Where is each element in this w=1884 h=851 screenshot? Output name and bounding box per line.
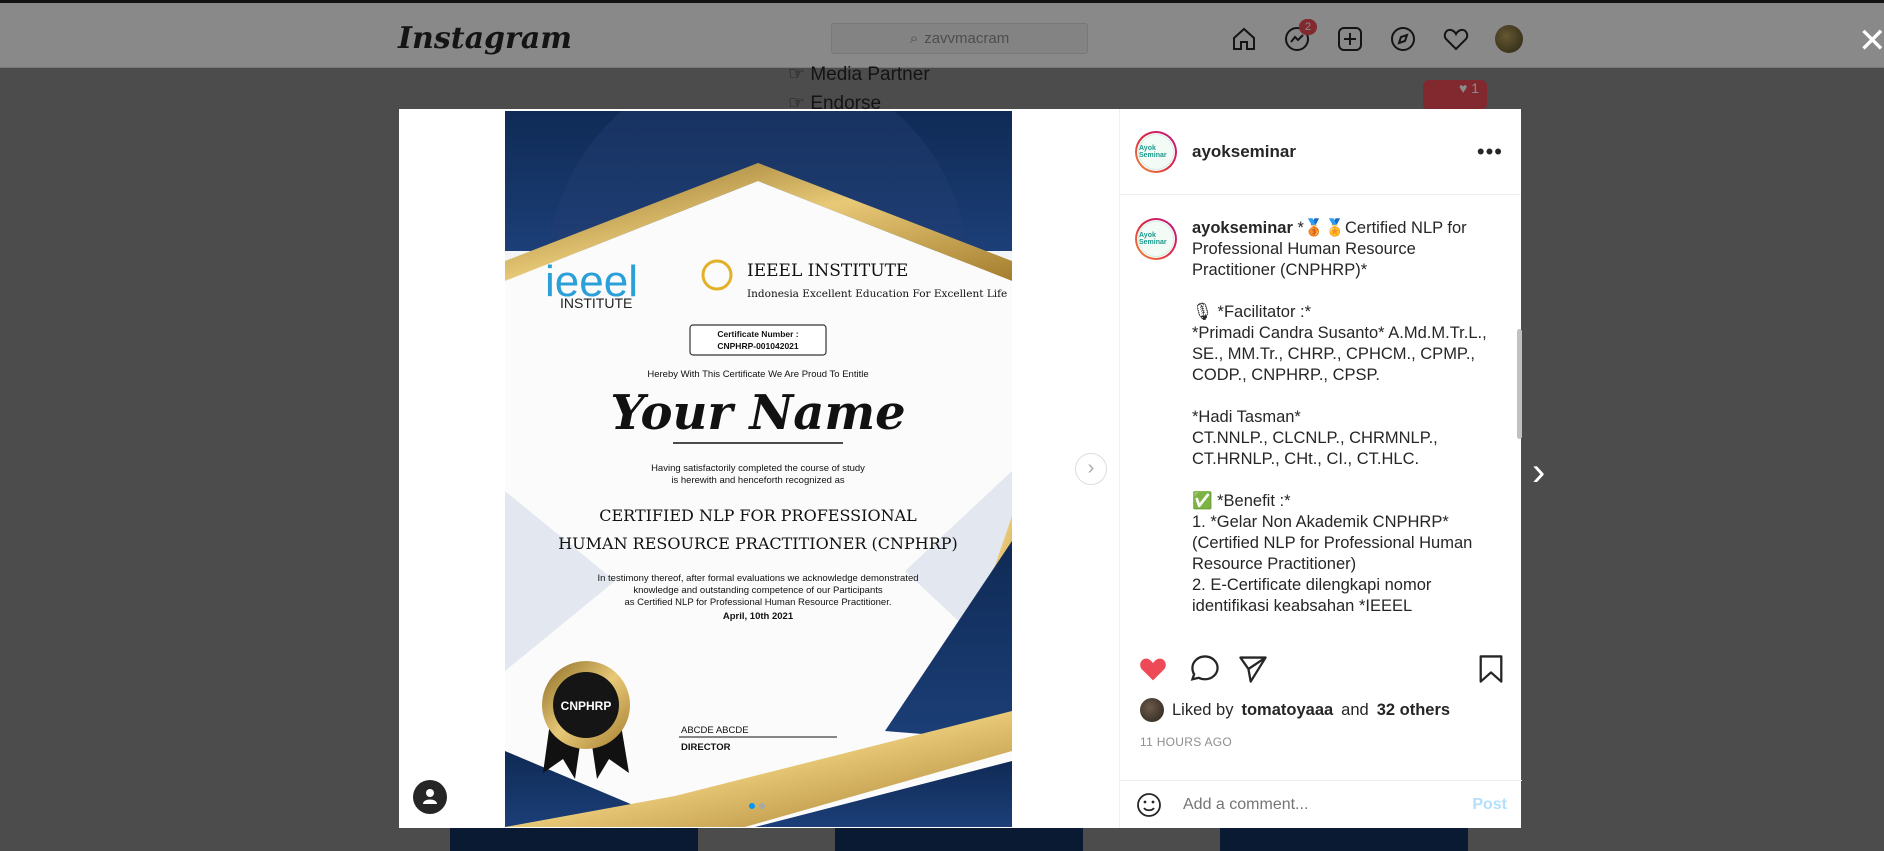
cert-number: CNPHRP-001042021 [717, 341, 799, 351]
cert-completed-1: Having satisfactorily completed the cour… [651, 463, 865, 474]
caption-area[interactable]: Ayok Seminar ayokseminar *🥉🏅Certified NL… [1120, 196, 1522, 642]
author-avatar[interactable]: Ayok Seminar [1135, 130, 1177, 173]
like-heart-icon[interactable] [1137, 653, 1173, 689]
post-actions [1137, 653, 1507, 689]
comment-input[interactable] [1181, 794, 1455, 815]
tagged-users-button[interactable] [413, 780, 447, 814]
post-media: ieeel INSTITUTE IEEEL INSTITUTE Indonesi… [399, 109, 1119, 828]
liked-by-prefix: Liked by [1172, 700, 1234, 719]
liker-avatar[interactable] [1140, 698, 1164, 722]
emoji-icon[interactable] [1135, 791, 1163, 819]
cert-body-2: knowledge and outstanding competence of … [633, 585, 883, 596]
cert-seal-text: CNPHRP [561, 699, 612, 713]
carousel-indicator [749, 803, 765, 809]
likes-summary: Liked by tomatoyaaa and 32 others [1140, 698, 1450, 722]
caption-body: *🥉🏅Certified NLP for Professional Human … [1192, 219, 1487, 615]
cert-signer-role: DIRECTOR [681, 742, 731, 753]
caption-scrollbar[interactable] [1517, 329, 1522, 439]
cert-brand-sub: INSTITUTE [560, 295, 632, 311]
author-username[interactable]: ayokseminar [1192, 142, 1296, 162]
cert-tagline: Indonesia Excellent Education For Excell… [747, 288, 1007, 300]
cert-entitle: Hereby With This Certificate We Are Prou… [647, 369, 868, 380]
liked-by-and: and [1341, 700, 1369, 719]
post-timestamp[interactable]: 11 HOURS AGO [1140, 735, 1232, 749]
cert-title-1: CERTIFIED NLP FOR PROFESSIONAL [599, 506, 917, 525]
certificate-image: ieeel INSTITUTE IEEEL INSTITUTE Indonesi… [505, 111, 1012, 827]
caption-username[interactable]: ayokseminar [1192, 219, 1293, 237]
share-icon[interactable] [1237, 653, 1273, 689]
person-icon [423, 789, 437, 804]
post-header: Ayok Seminar ayokseminar ••• [1120, 109, 1521, 195]
close-icon[interactable]: ✕ [1858, 24, 1884, 58]
cert-title-2: HUMAN RESOURCE PRACTITIONER (CNPHRP) [558, 534, 958, 553]
liked-by-user[interactable]: tomatoyaaa [1241, 701, 1333, 720]
more-options-icon[interactable]: ••• [1477, 139, 1503, 165]
caption-avatar[interactable]: Ayok Seminar [1135, 218, 1177, 260]
cert-number-label: Certificate Number : [717, 329, 798, 339]
cert-body-1: In testimony thereof, after formal evalu… [597, 573, 918, 584]
carousel-dot [759, 803, 765, 809]
post-sidebar: Ayok Seminar ayokseminar ••• Ayok Semina… [1119, 109, 1522, 828]
cert-completed-2: is herewith and henceforth recognized as [671, 475, 844, 486]
save-bookmark-icon[interactable] [1475, 653, 1511, 689]
caption-text: ayokseminar *🥉🏅Certified NLP for Profess… [1192, 218, 1492, 617]
post-comment-button[interactable]: Post [1472, 796, 1507, 814]
carousel-dot-active [749, 803, 755, 809]
comment-icon[interactable] [1189, 653, 1225, 689]
liked-by-others[interactable]: 32 others [1377, 701, 1450, 720]
next-post-icon[interactable]: › [1532, 450, 1545, 495]
post-modal: ieeel INSTITUTE IEEEL INSTITUTE Indonesi… [399, 109, 1522, 828]
comment-bar: Post [1120, 780, 1522, 828]
cert-body-3: as Certified NLP for Professional Human … [624, 597, 891, 608]
cert-institute-title: IEEEL INSTITUTE [747, 261, 908, 281]
cert-signer: ABCDE ABCDE [681, 725, 749, 736]
cert-date: April, 10th 2021 [723, 611, 794, 622]
carousel-next-button[interactable]: › [1075, 453, 1107, 485]
caption: Ayok Seminar ayokseminar *🥉🏅Certified NL… [1135, 218, 1495, 617]
cert-recipient-name: Your Name [610, 385, 905, 441]
